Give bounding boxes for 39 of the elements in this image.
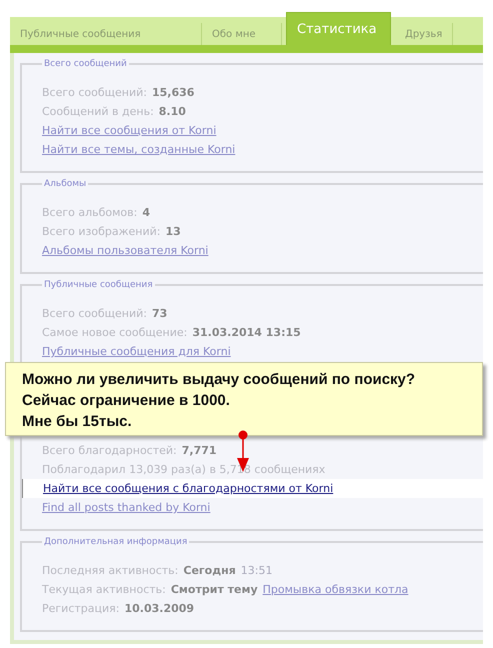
stat-value: 7,771 (182, 444, 217, 457)
search-link[interactable]: Публичные сообщения для Korni (42, 345, 231, 358)
stat-label: Всего благодарностей: (42, 444, 177, 457)
stat-label: Всего сообщений: (42, 307, 147, 320)
callout-text: Сейчас ограничение в 1000. (22, 391, 231, 411)
search-link[interactable]: Find all posts thanked by Korni (42, 501, 210, 514)
stat-value: 8.10 (158, 105, 186, 118)
time-text: 13:51 (240, 564, 272, 577)
search-link[interactable]: Найти все темы, созданные Korni (42, 143, 236, 156)
stat-value: 4 (142, 206, 150, 219)
stat-value: Сегодня (183, 564, 236, 577)
callout-text: Можно ли увеличить выдачу сообщений по поиску? (22, 370, 416, 390)
stat-label: Всего альбомов: (42, 206, 138, 219)
stat-label: Регистрация: (42, 602, 120, 615)
stat-label: Всего изображений: (42, 225, 160, 238)
stat-value: 13 (165, 225, 181, 238)
section-legend: Публичные сообщения (42, 280, 155, 290)
section-legend: Всего сообщений (42, 59, 129, 69)
search-link[interactable]: Альбомы пользователя Korni (42, 244, 208, 257)
tab[interactable]: Обо мне (202, 23, 282, 45)
tab[interactable]: Друзья (395, 23, 454, 45)
section-legend: Дополнительная информация (42, 537, 190, 547)
stat-label: Всего сообщений: (42, 86, 147, 99)
stat-label: Текущая активность: (42, 583, 166, 596)
search-link[interactable]: Найти все сообщения от Korni (42, 124, 216, 137)
stat-value: 10.03.2009 (124, 602, 194, 615)
callout-text: Мне бы 15тыс. (22, 412, 133, 432)
thanks-text: Поблагодарил 13,039 раз(а) в 5,718 сообщениях (42, 463, 326, 476)
stat-value: 31.03.2014 13:15 (192, 326, 301, 339)
stat-value: 73 (152, 307, 168, 320)
stat-label: Последняя активность: (42, 564, 178, 577)
section-legend: Альбомы (42, 179, 88, 189)
stat-value: Смотрит тему (170, 583, 258, 596)
tab[interactable]: Публичные сообщения (10, 23, 202, 45)
stat-value: 15,636 (152, 86, 194, 99)
stat-label: Самое новое сообщение: (42, 326, 188, 339)
stat-label: Сообщений в день: (42, 105, 154, 118)
topic-link[interactable]: Промывка обвязки котла (262, 583, 408, 596)
tab[interactable]: Статистика (286, 12, 391, 45)
